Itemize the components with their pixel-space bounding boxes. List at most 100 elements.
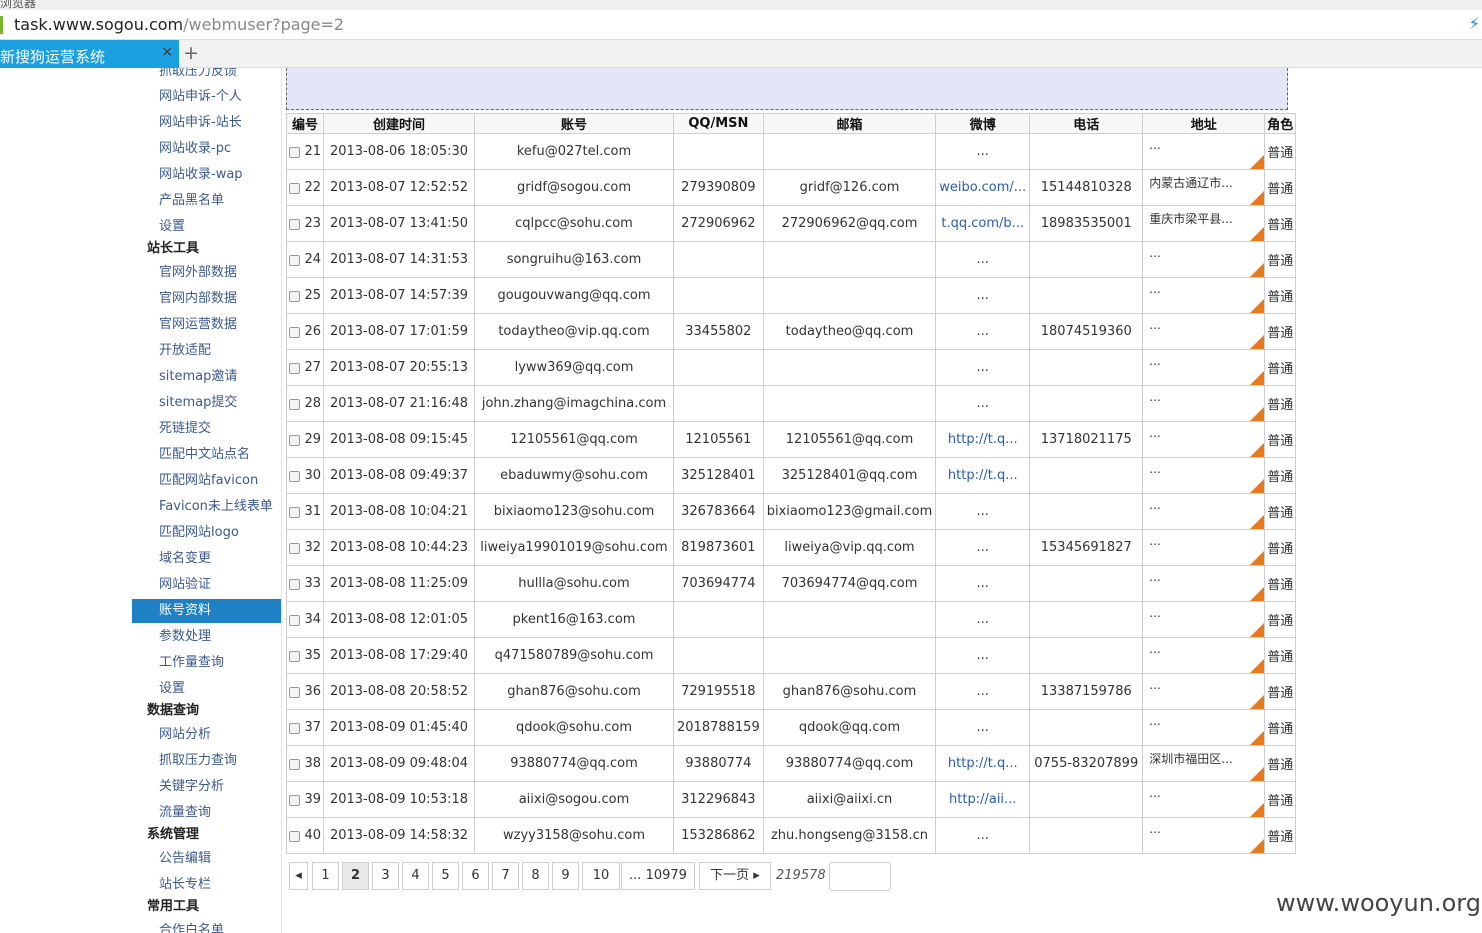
page-button[interactable]: 10 [582, 862, 620, 890]
sidebar-item[interactable]: 设置 [132, 677, 281, 701]
edit-corner-icon[interactable] [1250, 659, 1264, 673]
table-row[interactable]: 39 2013-08-09 10:53:18 aiixi@sogou.com 3122… [286, 781, 1297, 818]
sidebar-item[interactable]: 站长专栏 [132, 873, 281, 897]
row-checkbox[interactable] [289, 831, 301, 842]
address-cell[interactable]: ... [1142, 637, 1266, 674]
row-checkbox[interactable] [289, 255, 301, 266]
table-row[interactable]: 35 2013-08-08 17:29:40 q471580789@sohu.com… [286, 637, 1297, 674]
sidebar-item[interactable]: 官网外部数据 [132, 261, 281, 285]
page-button-last[interactable]: ... 10979 [621, 862, 695, 890]
table-row[interactable]: 23 2013-08-07 13:41:50 cqlpcc@sohu.com 2729… [286, 205, 1297, 242]
edit-corner-icon[interactable] [1250, 515, 1264, 529]
row-checkbox[interactable] [289, 723, 301, 734]
row-checkbox[interactable] [289, 687, 301, 698]
table-row[interactable]: 38 2013-08-09 09:48:04 93880774@qq.com 9388… [286, 745, 1297, 782]
address-cell[interactable]: ... [1142, 709, 1266, 746]
weibo-cell[interactable]: http://t.q... [935, 421, 1031, 458]
page-button[interactable]: 4 [402, 862, 429, 890]
table-row[interactable]: 30 2013-08-08 09:49:37 ebaduwmy@sohu.com 32… [286, 457, 1297, 494]
table-row[interactable]: 27 2013-08-07 20:55:13 lyww369@qq.com.....… [286, 349, 1297, 386]
address-cell[interactable]: ... [1142, 349, 1266, 386]
weibo-cell[interactable]: weibo.com/... [935, 169, 1031, 206]
address-cell[interactable]: ... [1142, 133, 1266, 170]
page-button[interactable]: 1 [312, 862, 339, 890]
edit-corner-icon[interactable] [1250, 803, 1264, 817]
table-row[interactable]: 33 2013-08-08 11:25:09 hullla@sohu.com 7036… [286, 565, 1297, 602]
address-cell[interactable]: ... [1142, 781, 1266, 818]
table-row[interactable]: 21 2013-08-06 18:05:30 kefu@027tel.com....… [286, 133, 1297, 170]
table-row[interactable]: 24 2013-08-07 14:31:53 songruihu@163.com..… [286, 241, 1297, 278]
row-checkbox[interactable] [289, 327, 301, 338]
row-checkbox[interactable] [289, 795, 301, 806]
table-row[interactable]: 26 2013-08-07 17:01:59 todaytheo@vip.qq.co… [286, 313, 1297, 350]
weibo-cell[interactable]: http://aii... [935, 781, 1031, 818]
sidebar-item[interactable]: 开放适配 [132, 339, 281, 363]
sidebar-item[interactable]: 匹配中文站点名 [132, 443, 281, 467]
address-cell[interactable]: ... [1142, 673, 1266, 710]
sidebar-item[interactable]: 工作量查询 [132, 651, 281, 675]
sidebar-item[interactable]: 关键字分析 [132, 775, 281, 799]
weibo-cell[interactable]: t.qq.com/b... [935, 205, 1031, 242]
table-row[interactable]: 29 2013-08-08 09:15:45 12105561@qq.com 1210… [286, 421, 1297, 458]
page-button[interactable]: 9 [552, 862, 579, 890]
edit-corner-icon[interactable] [1250, 191, 1264, 205]
row-checkbox[interactable] [289, 435, 301, 446]
address-cell[interactable]: ... [1142, 277, 1266, 314]
sidebar-item[interactable]: 合作白名单 [132, 919, 281, 933]
sidebar-item[interactable]: 抓取压力反馈 [132, 68, 281, 84]
table-row[interactable]: 36 2013-08-08 20:58:52 ghan876@sohu.com 729… [286, 673, 1297, 710]
address-cell[interactable]: 深圳市福田区... [1142, 745, 1266, 782]
row-checkbox[interactable] [289, 759, 301, 770]
edit-corner-icon[interactable] [1250, 371, 1264, 385]
table-row[interactable]: 25 2013-08-07 14:57:39 gougouvwang@qq.com.… [286, 277, 1297, 314]
sidebar-item[interactable]: 官网内部数据 [132, 287, 281, 311]
edit-corner-icon[interactable] [1250, 227, 1264, 241]
sidebar-item[interactable]: 网站申诉-站长 [132, 111, 281, 135]
table-row[interactable]: 32 2013-08-08 10:44:23 liweiya19901019@soh… [286, 529, 1297, 566]
row-checkbox[interactable] [289, 183, 301, 194]
row-checkbox[interactable] [289, 615, 301, 626]
row-checkbox[interactable] [289, 399, 301, 410]
url-text[interactable]: task.www.sogou.com/webmuser?page=2 [14, 15, 344, 34]
sidebar-item[interactable]: 公告编辑 [132, 847, 281, 871]
address-cell[interactable]: ... [1142, 601, 1266, 638]
address-cell[interactable]: ... [1142, 241, 1266, 278]
sidebar-item[interactable]: 匹配网站logo [132, 521, 281, 545]
table-row[interactable]: 31 2013-08-08 10:04:21 bixiaomo123@sohu.co… [286, 493, 1297, 530]
table-row[interactable]: 22 2013-08-07 12:52:52 gridf@sogou.com 2793… [286, 169, 1297, 206]
edit-corner-icon[interactable] [1250, 551, 1264, 565]
page-jump-input[interactable] [829, 862, 891, 891]
row-checkbox[interactable] [289, 579, 301, 590]
table-row[interactable]: 40 2013-08-09 14:58:32 wzyy3158@sohu.com 15… [286, 817, 1297, 854]
sidebar-item[interactable]: 死链提交 [132, 417, 281, 441]
sidebar-item[interactable]: 域名变更 [132, 547, 281, 571]
sidebar-item[interactable]: Favicon未上线表单 [132, 495, 281, 519]
row-checkbox[interactable] [289, 291, 301, 302]
edit-corner-icon[interactable] [1250, 407, 1264, 421]
table-row[interactable]: 34 2013-08-08 12:01:05 pkent16@163.com....… [286, 601, 1297, 638]
sidebar-item[interactable]: sitemap邀请 [132, 365, 281, 389]
row-checkbox[interactable] [289, 651, 301, 662]
page-button[interactable]: 6 [462, 862, 489, 890]
table-row[interactable]: 37 2013-08-09 01:45:40 qdook@sohu.com 20187… [286, 709, 1297, 746]
edit-corner-icon[interactable] [1250, 263, 1264, 277]
address-cell[interactable]: ... [1142, 817, 1266, 854]
sidebar-item[interactable]: 网站申诉-个人 [132, 85, 281, 109]
edit-corner-icon[interactable] [1250, 155, 1264, 169]
sidebar-item[interactable]: 流量查询 [132, 801, 281, 825]
edit-corner-icon[interactable] [1250, 623, 1264, 637]
edit-corner-icon[interactable] [1250, 839, 1264, 853]
sidebar-item[interactable]: 网站收录-pc [132, 137, 281, 161]
edit-corner-icon[interactable] [1250, 731, 1264, 745]
sidebar-item[interactable]: sitemap提交 [132, 391, 281, 415]
sidebar-item[interactable]: 参数处理 [132, 625, 281, 649]
close-icon[interactable]: × [161, 44, 173, 60]
sidebar-item[interactable]: 网站分析 [132, 723, 281, 747]
tab-active[interactable]: 新搜狗运营系统 × [0, 40, 179, 68]
new-tab-button[interactable]: + [183, 42, 199, 64]
row-checkbox[interactable] [289, 543, 301, 554]
address-cell[interactable]: ... [1142, 529, 1266, 566]
sidebar-item[interactable]: 网站收录-wap [132, 163, 281, 187]
sidebar-item[interactable]: 官网运营数据 [132, 313, 281, 337]
sidebar-item[interactable]: 设置 [132, 215, 281, 239]
